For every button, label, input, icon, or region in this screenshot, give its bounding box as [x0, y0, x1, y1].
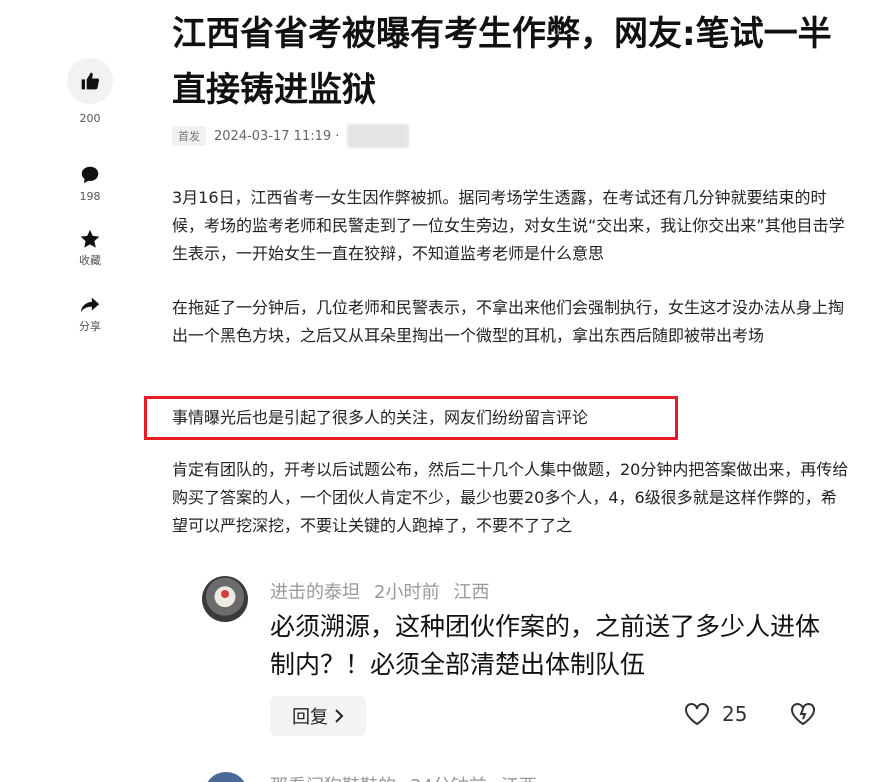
comment-action[interactable]: 198 — [60, 164, 120, 204]
thumbs-up-icon[interactable] — [67, 58, 113, 104]
like-action[interactable]: 200 — [60, 58, 120, 126]
collect-action[interactable]: 收藏 — [60, 228, 120, 268]
avatar[interactable] — [204, 772, 248, 782]
chevron-right-icon — [335, 709, 344, 723]
comment-location: 江西 — [453, 582, 490, 603]
heart-icon[interactable] — [684, 702, 710, 726]
comment-username[interactable]: 进击的泰坦 — [270, 578, 360, 604]
comment-location: 江西 — [501, 772, 537, 782]
reply-label: 回复 — [292, 707, 328, 728]
paragraph-4: 肯定有团队的，开考以后试题公布，然后二十几个人集中做题，20分钟内把答案做出来，… — [172, 460, 849, 535]
reply-button[interactable]: 回复 — [270, 696, 366, 736]
like-count: 200 — [79, 112, 101, 125]
comment-card: 进击的泰坦 2小时前 江西 必须溯源，这种团伙作案的，之前送了多少人进体制内？！… — [196, 566, 848, 782]
comment-like-count: 25 — [722, 702, 748, 726]
comment-time: 2小时前 — [374, 582, 440, 603]
collect-label: 收藏 — [79, 254, 101, 267]
first-publish-tag: 首发 — [172, 126, 206, 146]
article-title: 江西省省考被曝有考生作弊，网友:笔试一半直接铸进监狱 — [172, 14, 832, 110]
share-action[interactable]: 分享 — [60, 294, 120, 334]
comment-count: 198 — [79, 190, 101, 203]
article-meta: 首发 2024-03-17 11:19 · — [172, 124, 410, 148]
blurred-source — [347, 124, 410, 148]
avatar[interactable] — [202, 576, 248, 622]
star-icon[interactable] — [79, 228, 101, 250]
comment-time: 34分钟前 — [410, 772, 487, 782]
comment-header: 那看问狗鞋鞋的 34分钟前 江西 — [270, 772, 537, 782]
comment-bubble-icon[interactable] — [79, 164, 101, 186]
publish-timestamp: 2024-03-17 11:19 · — [214, 128, 340, 144]
comment-username[interactable]: 那看问狗鞋鞋的 — [270, 772, 396, 782]
paragraph-2: 在拖延了一分钟后，几位老师和民警表示，不拿出来他们会强制执行，女生这才没办法从身… — [172, 298, 845, 345]
comment-header: 进击的泰坦 2小时前 江西 — [270, 578, 489, 604]
share-label: 分享 — [79, 320, 101, 333]
next-comment-card: 那看问狗鞋鞋的 34分钟前 江西 — [196, 764, 848, 782]
paragraph-3: 事情曝光后也是引起了很多人的关注，网友们纷纷留言评论 — [172, 408, 589, 427]
paragraph-1: 3月16日，江西省考一女生因作弊被抓。据同考场学生透露，在考试还有几分钟就要结束… — [172, 188, 845, 263]
comment-text: 必须溯源，这种团伙作案的，之前送了多少人进体制内？！必须全部清楚出体制队伍 — [270, 612, 821, 679]
share-arrow-icon[interactable] — [79, 294, 101, 316]
comment-like[interactable]: 25 — [684, 702, 747, 726]
broken-heart-icon[interactable] — [790, 702, 816, 726]
